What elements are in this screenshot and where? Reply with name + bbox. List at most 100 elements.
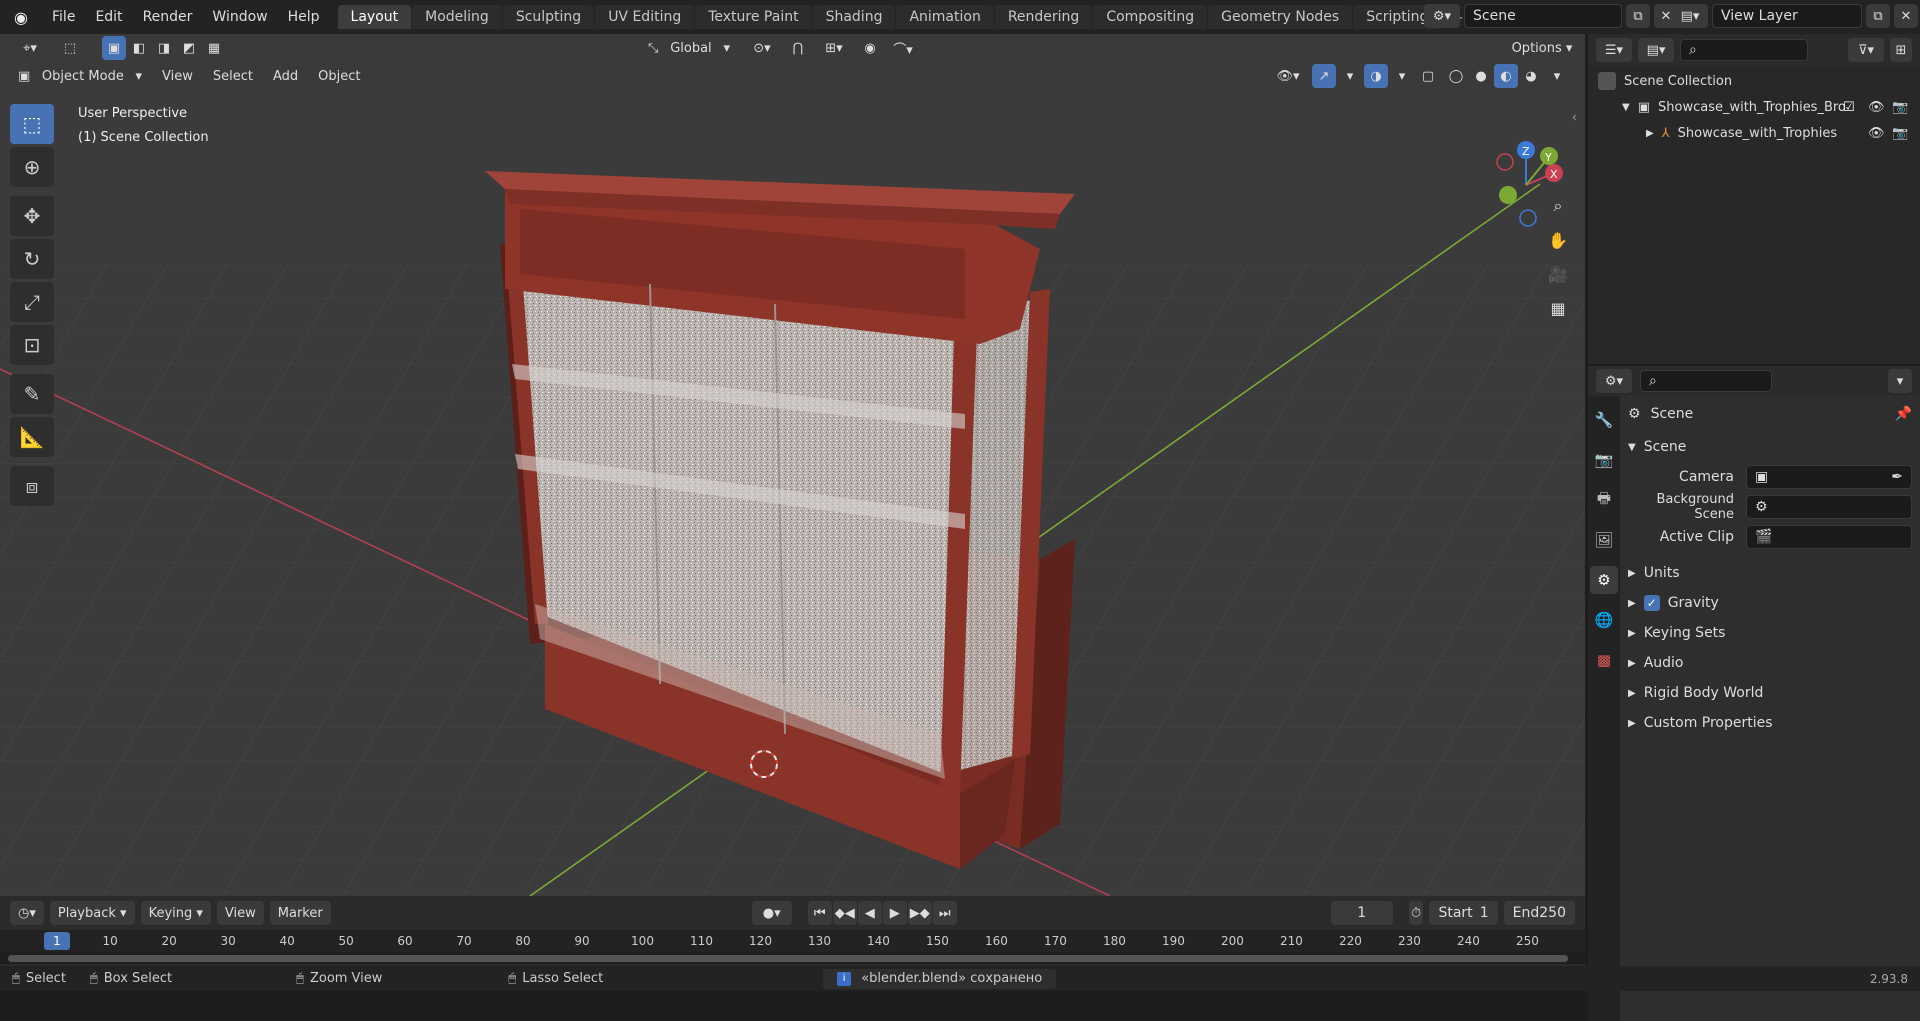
snap-target-icon[interactable]: ⊞▾ bbox=[816, 36, 852, 60]
exclude-checkbox-icon[interactable]: ☑ bbox=[1843, 100, 1855, 115]
overlays-toggle-icon[interactable]: ◑ bbox=[1364, 64, 1388, 88]
material-preview-icon[interactable]: ◐ bbox=[1494, 64, 1518, 88]
start-frame-field[interactable]: Start 1 bbox=[1429, 901, 1498, 925]
viewport-menu-object[interactable]: Object bbox=[310, 64, 369, 88]
rigid-body-panel-header[interactable]: ▶ Rigid Body World bbox=[1628, 678, 1912, 708]
audio-panel-header[interactable]: ▶ Audio bbox=[1628, 648, 1912, 678]
render-camera-icon[interactable]: 📷 bbox=[1892, 126, 1908, 141]
select-mode-extend-icon[interactable]: ◧ bbox=[127, 36, 151, 60]
timeline-editor-type-icon[interactable]: ◷▾ bbox=[10, 901, 44, 925]
end-frame-field[interactable]: End 250 bbox=[1503, 901, 1575, 925]
background-scene-field[interactable]: ⚙ bbox=[1746, 495, 1912, 519]
filter-icon[interactable]: ⊽▾ bbox=[1848, 38, 1884, 62]
new-collection-icon[interactable]: ⊞ bbox=[1890, 38, 1912, 62]
jump-start-icon[interactable]: ⏮ bbox=[807, 901, 832, 925]
rotate-tool-icon[interactable]: ↻ bbox=[10, 239, 54, 279]
tab-uv-editing[interactable]: UV Editing bbox=[595, 5, 695, 29]
preview-range-icon[interactable]: ⏱ bbox=[1408, 901, 1424, 925]
new-view-layer-icon[interactable]: ⧉ bbox=[1866, 4, 1890, 28]
solid-shading-icon[interactable]: ● bbox=[1469, 64, 1493, 88]
wireframe-shading-icon[interactable]: ◯ bbox=[1444, 64, 1468, 88]
jump-keyframe-forward-icon[interactable]: ▶◆ bbox=[907, 901, 932, 925]
scene-tab-icon[interactable]: ⚙ bbox=[1590, 566, 1618, 594]
outliner-row-collection[interactable]: ▼ ▣ Showcase_with_Trophies_Bro ☑ 👁 📷 bbox=[1588, 94, 1920, 120]
gravity-checkbox[interactable]: ✓ bbox=[1643, 595, 1660, 611]
proportional-editing-icon[interactable]: ◉ bbox=[858, 36, 882, 60]
active-clip-field[interactable]: 🎬 bbox=[1746, 525, 1912, 549]
scene-panel-header[interactable]: ▼ Scene bbox=[1628, 432, 1912, 462]
falloff-icon[interactable]: ⌒▾ bbox=[888, 36, 918, 60]
frame-ruler[interactable]: 1 10 20 30 40 50 60 70 80 90 100 110 120 130 140 150 160… bbox=[0, 930, 1585, 952]
texture-tab-icon[interactable]: ▩ bbox=[1590, 646, 1618, 674]
play-icon[interactable]: ▶ bbox=[882, 901, 907, 925]
gravity-panel-header[interactable]: ▶ ✓ Gravity bbox=[1628, 588, 1912, 618]
blender-logo-icon[interactable]: ◉ bbox=[0, 8, 42, 27]
timeline-menu-keying[interactable]: Keying ▾ bbox=[140, 901, 211, 925]
display-mode-icon[interactable]: ▤▾ bbox=[1638, 38, 1674, 62]
transform-tool-icon[interactable]: ⊡ bbox=[10, 325, 54, 365]
tool-tab-icon[interactable]: 🔧 bbox=[1590, 406, 1618, 434]
custom-properties-panel-header[interactable]: ▶ Custom Properties bbox=[1628, 708, 1912, 738]
timeline-editor[interactable]: ◷▾ Playback ▾ Keying ▾ View Marker ●▾ ⏮ … bbox=[0, 896, 1585, 966]
report-message[interactable]: i «blender.blend» сохранено bbox=[823, 968, 1057, 989]
expand-down-icon[interactable]: ▼ bbox=[1622, 102, 1630, 113]
editor-type-icon[interactable]: ⌖▾ bbox=[10, 36, 50, 60]
scene-name-field[interactable]: Scene bbox=[1464, 4, 1622, 28]
object-mode-dropdown[interactable]: ▣ Object Mode ▾ bbox=[10, 64, 150, 88]
timeline-scrollbar[interactable] bbox=[0, 952, 1585, 964]
move-tool-icon[interactable]: ✥ bbox=[10, 196, 54, 236]
perspective-toggle-icon[interactable]: ▦ bbox=[1543, 293, 1573, 323]
outliner-editor-type-icon[interactable]: ☰▾ bbox=[1596, 38, 1632, 62]
viewport-menu-select[interactable]: Select bbox=[204, 64, 261, 88]
options-dropdown[interactable]: Options ▾ bbox=[1506, 36, 1578, 60]
add-cube-tool-icon[interactable]: ⧈ bbox=[10, 466, 54, 506]
timeline-menu-playback[interactable]: Playback ▾ bbox=[49, 901, 135, 925]
select-mode-invert-icon[interactable]: ◩ bbox=[177, 36, 201, 60]
expand-right-icon[interactable]: ▶ bbox=[1646, 128, 1654, 139]
select-mode-intersect-icon[interactable]: ▦ bbox=[202, 36, 226, 60]
menu-window[interactable]: Window bbox=[202, 9, 277, 25]
zoom-view-icon[interactable]: ⌕ bbox=[1543, 191, 1573, 221]
snap-icon[interactable]: ⋂ bbox=[786, 36, 810, 60]
visibility-icon[interactable]: 👁▾ bbox=[1268, 64, 1308, 88]
shading-dropdown-icon[interactable]: ▾ bbox=[1547, 64, 1567, 88]
rendered-shading-icon[interactable]: ◕ bbox=[1519, 64, 1543, 88]
annotate-tool-icon[interactable]: ✎ bbox=[10, 374, 54, 414]
select-mode-new-icon[interactable]: ▣ bbox=[102, 36, 126, 60]
camera-view-icon[interactable]: 🎥 bbox=[1543, 259, 1573, 289]
output-tab-icon[interactable]: 🖶 bbox=[1590, 486, 1618, 514]
menu-file[interactable]: File bbox=[42, 9, 85, 25]
xray-toggle-icon[interactable]: ▢ bbox=[1416, 64, 1440, 88]
outliner-row-object[interactable]: ▶ ⅄ Showcase_with_Trophies 👁 📷 bbox=[1588, 120, 1920, 146]
gizmo-toggle-icon[interactable]: ↗ bbox=[1312, 64, 1336, 88]
menu-render[interactable]: Render bbox=[133, 9, 203, 25]
measure-tool-icon[interactable]: 📐 bbox=[10, 417, 54, 457]
menu-edit[interactable]: Edit bbox=[85, 9, 132, 25]
scene-browse-icon[interactable]: ⚙▾ bbox=[1424, 4, 1460, 28]
overlays-dropdown-icon[interactable]: ▾ bbox=[1392, 64, 1412, 88]
tool-select-icon[interactable]: ⬚ bbox=[56, 36, 84, 60]
tab-sculpting[interactable]: Sculpting bbox=[502, 5, 595, 29]
world-tab-icon[interactable]: 🌐 bbox=[1590, 606, 1618, 634]
hide-eye-icon[interactable]: 👁 bbox=[1868, 100, 1885, 115]
viewport-menu-add[interactable]: Add bbox=[264, 64, 307, 88]
tab-compositing[interactable]: Compositing bbox=[1093, 5, 1208, 29]
menu-help[interactable]: Help bbox=[278, 9, 330, 25]
pan-view-icon[interactable]: ✋ bbox=[1543, 225, 1573, 255]
pin-icon[interactable]: 📌 bbox=[1895, 406, 1912, 422]
viewport-menu-view[interactable]: View bbox=[154, 64, 201, 88]
tab-rendering[interactable]: Rendering bbox=[994, 5, 1093, 29]
camera-field[interactable]: ▣ ✒ bbox=[1746, 465, 1912, 489]
scrollbar-thumb[interactable] bbox=[8, 955, 1568, 962]
tab-animation[interactable]: Animation bbox=[896, 5, 994, 29]
keying-sets-panel-header[interactable]: ▶ Keying Sets bbox=[1628, 618, 1912, 648]
sidebar-toggle-icon[interactable]: ‹ bbox=[1572, 110, 1577, 124]
3d-viewport[interactable]: Z X Y ⌖▾ ⬚ ▣ ◧ ◨ ◩ ▦ ⤡ Global ▾ ⊙▾ ⋂ ⊞▾ … bbox=[0, 34, 1585, 896]
properties-editor-type-icon[interactable]: ⚙▾ bbox=[1596, 369, 1632, 393]
eyedropper-icon[interactable]: ✒ bbox=[1891, 469, 1903, 485]
tab-layout[interactable]: Layout bbox=[337, 5, 412, 29]
units-panel-header[interactable]: ▶ Units bbox=[1628, 558, 1912, 588]
timeline-menu-marker[interactable]: Marker bbox=[269, 901, 331, 925]
record-icon[interactable]: ●▾ bbox=[751, 901, 792, 925]
gizmo-dropdown-icon[interactable]: ▾ bbox=[1340, 64, 1360, 88]
